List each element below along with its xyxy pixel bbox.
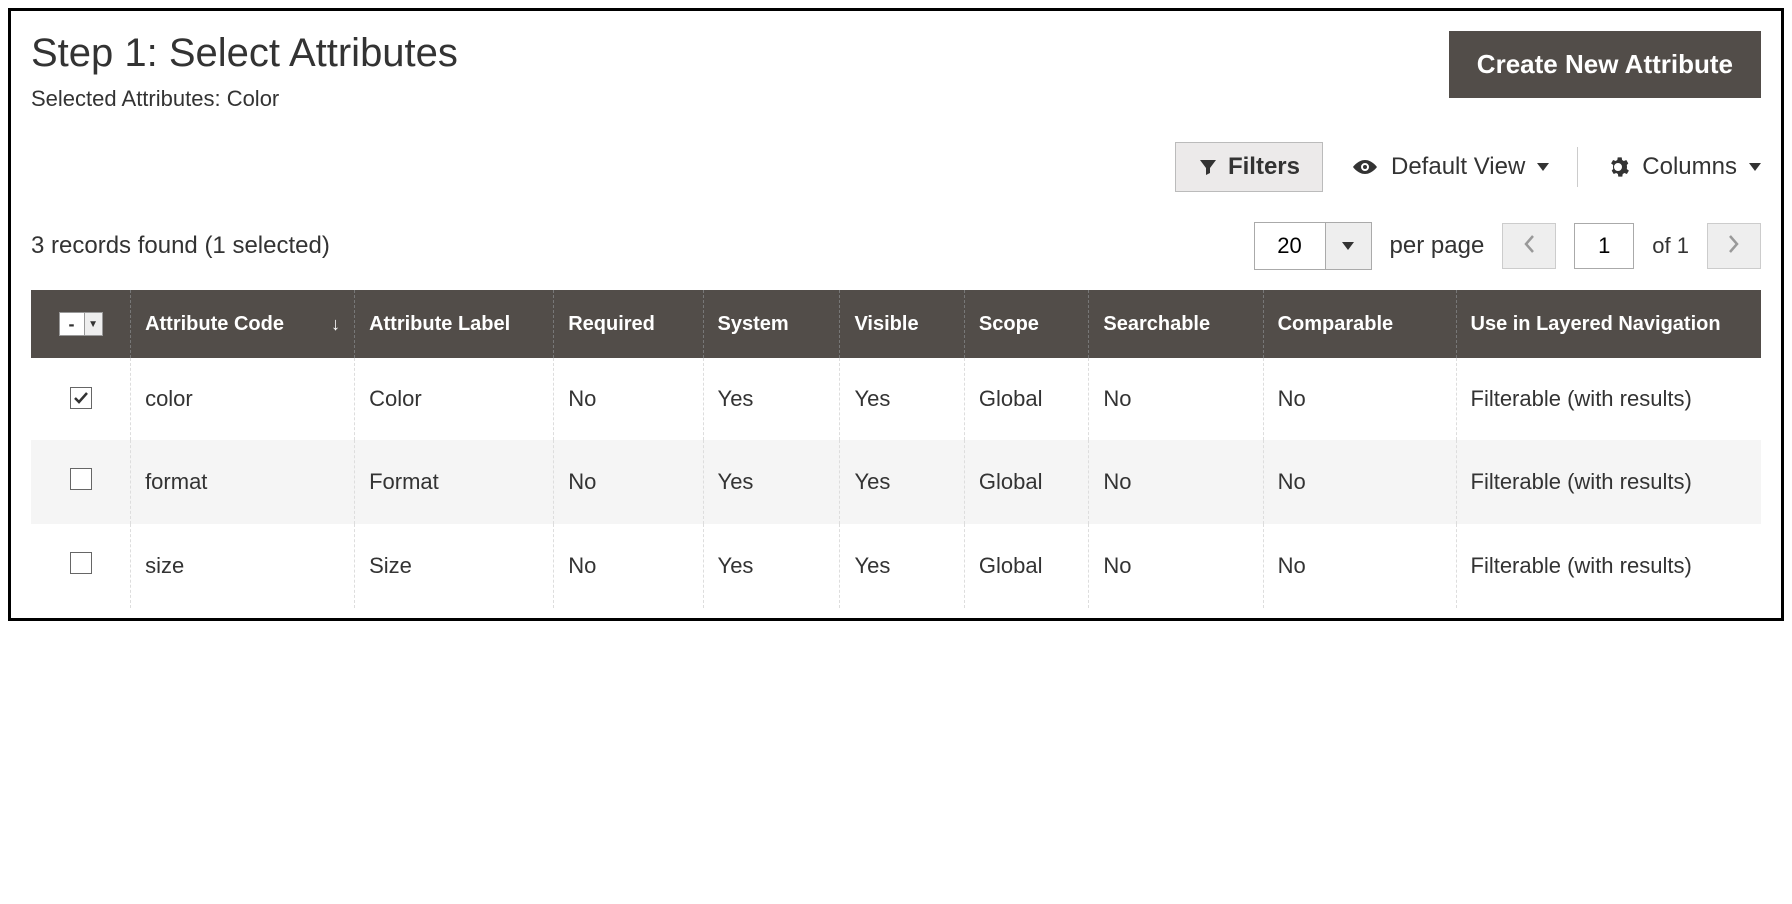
cell-visible: Yes xyxy=(840,524,964,608)
col-header-required[interactable]: Required xyxy=(554,290,703,358)
total-pages-label: of 1 xyxy=(1652,233,1689,259)
attributes-table: - ▼ Attribute Code ↓ Attribute Label Req… xyxy=(31,290,1761,608)
default-view-label: Default View xyxy=(1391,153,1525,181)
table-row[interactable]: colorColorNoYesYesGlobalNoNoFilterable (… xyxy=(31,358,1761,440)
cell-label: Color xyxy=(355,358,554,440)
selected-attributes-subtitle: Selected Attributes: Color xyxy=(31,86,458,112)
cell-layered: Filterable (with results) xyxy=(1456,524,1761,608)
cell-scope: Global xyxy=(964,524,1088,608)
default-view-dropdown[interactable]: Default View xyxy=(1351,153,1549,181)
cell-searchable: No xyxy=(1089,358,1263,440)
col-header-select[interactable]: - ▼ xyxy=(31,290,131,358)
page-size-select[interactable] xyxy=(1254,222,1372,270)
row-checkbox-cell xyxy=(31,524,131,608)
cell-label: Size xyxy=(355,524,554,608)
caret-down-icon xyxy=(1537,163,1549,171)
table-header-row: - ▼ Attribute Code ↓ Attribute Label Req… xyxy=(31,290,1761,358)
cell-comparable: No xyxy=(1263,524,1456,608)
cell-system: Yes xyxy=(703,358,840,440)
caret-down-icon xyxy=(1749,163,1761,171)
sort-arrow-icon: ↓ xyxy=(331,314,340,335)
filters-label: Filters xyxy=(1228,153,1300,181)
cell-required: No xyxy=(554,358,703,440)
page-title: Step 1: Select Attributes xyxy=(31,31,458,76)
cell-searchable: No xyxy=(1089,440,1263,524)
current-page-input[interactable] xyxy=(1574,223,1634,269)
subtitle-value: Color xyxy=(227,86,280,111)
cell-visible: Yes xyxy=(840,440,964,524)
toolbar-divider xyxy=(1577,147,1578,187)
table-row[interactable]: formatFormatNoYesYesGlobalNoNoFilterable… xyxy=(31,440,1761,524)
cell-layered: Filterable (with results) xyxy=(1456,440,1761,524)
cell-required: No xyxy=(554,440,703,524)
cell-comparable: No xyxy=(1263,358,1456,440)
funnel-icon xyxy=(1198,157,1218,177)
filters-button[interactable]: Filters xyxy=(1175,142,1323,192)
prev-page-button[interactable] xyxy=(1502,223,1556,269)
col-header-code-label: Attribute Code xyxy=(145,313,284,336)
col-header-layered[interactable]: Use in Layered Navigation xyxy=(1456,290,1761,358)
cell-system: Yes xyxy=(703,524,840,608)
records-row: 3 records found (1 selected) per page of… xyxy=(31,222,1761,270)
cell-code: size xyxy=(131,524,355,608)
table-row[interactable]: sizeSizeNoYesYesGlobalNoNoFilterable (wi… xyxy=(31,524,1761,608)
columns-dropdown[interactable]: Columns xyxy=(1606,153,1761,181)
cell-scope: Global xyxy=(964,358,1088,440)
cell-visible: Yes xyxy=(840,358,964,440)
cell-comparable: No xyxy=(1263,440,1456,524)
row-checkbox-cell xyxy=(31,358,131,440)
row-checkbox[interactable] xyxy=(70,387,92,409)
cell-required: No xyxy=(554,524,703,608)
grid-toolbar: Filters Default View Columns xyxy=(31,142,1761,192)
pagination-group: per page of 1 xyxy=(1254,222,1761,270)
select-all-dropdown[interactable]: - ▼ xyxy=(59,312,103,336)
col-header-scope[interactable]: Scope xyxy=(964,290,1088,358)
row-checkbox[interactable] xyxy=(70,552,92,574)
cell-label: Format xyxy=(355,440,554,524)
step-panel: Step 1: Select Attributes Selected Attri… xyxy=(8,8,1784,621)
row-checkbox[interactable] xyxy=(70,468,92,490)
col-header-label[interactable]: Attribute Label xyxy=(355,290,554,358)
chevron-left-icon xyxy=(1523,234,1535,259)
eye-icon xyxy=(1351,157,1379,177)
chevron-right-icon xyxy=(1728,234,1740,259)
cell-layered: Filterable (with results) xyxy=(1456,358,1761,440)
next-page-button[interactable] xyxy=(1707,223,1761,269)
minus-icon: - xyxy=(60,314,84,335)
gear-icon xyxy=(1606,155,1630,179)
col-header-system[interactable]: System xyxy=(703,290,840,358)
cell-searchable: No xyxy=(1089,524,1263,608)
header-row: Step 1: Select Attributes Selected Attri… xyxy=(31,31,1761,142)
col-header-searchable[interactable]: Searchable xyxy=(1089,290,1263,358)
cell-scope: Global xyxy=(964,440,1088,524)
cell-code: color xyxy=(131,358,355,440)
records-found-text: 3 records found (1 selected) xyxy=(31,232,330,260)
columns-label: Columns xyxy=(1642,153,1737,181)
subtitle-label: Selected Attributes: xyxy=(31,86,221,111)
col-header-code[interactable]: Attribute Code ↓ xyxy=(131,290,355,358)
create-new-attribute-button[interactable]: Create New Attribute xyxy=(1449,31,1761,98)
cell-system: Yes xyxy=(703,440,840,524)
page-size-caret[interactable] xyxy=(1325,223,1371,269)
col-header-comparable[interactable]: Comparable xyxy=(1263,290,1456,358)
per-page-label: per page xyxy=(1390,232,1485,260)
col-header-visible[interactable]: Visible xyxy=(840,290,964,358)
caret-down-icon: ▼ xyxy=(84,313,102,335)
page-size-input[interactable] xyxy=(1255,223,1325,269)
row-checkbox-cell xyxy=(31,440,131,524)
cell-code: format xyxy=(131,440,355,524)
